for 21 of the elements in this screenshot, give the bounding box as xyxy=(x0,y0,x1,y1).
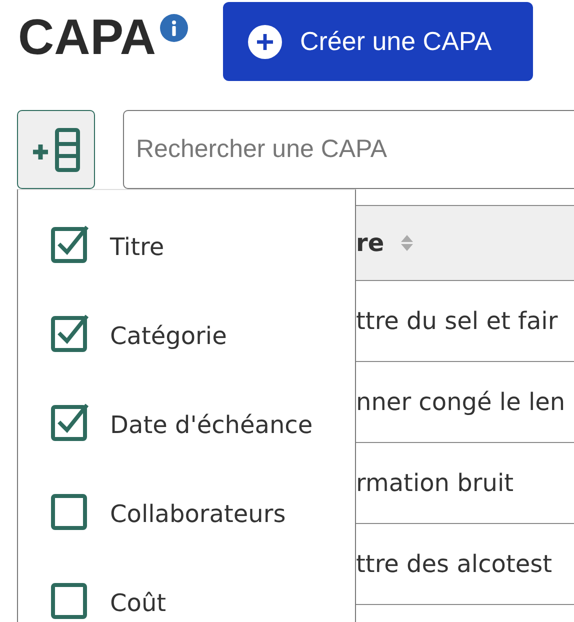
info-icon[interactable] xyxy=(160,14,188,42)
column-option[interactable]: Date d'échéance xyxy=(18,380,355,469)
table-cell: ttre du sel et fair xyxy=(356,281,574,362)
table-cell: ttre des alcotest xyxy=(356,524,574,605)
table-cell: nner congé le len xyxy=(356,362,574,443)
checkbox[interactable] xyxy=(50,402,90,442)
checkbox[interactable] xyxy=(50,312,90,352)
column-option[interactable]: Coût xyxy=(18,558,355,622)
create-button[interactable]: Créer une CAPA xyxy=(222,2,533,81)
column-toggle-button[interactable] xyxy=(17,110,95,189)
add-column-icon xyxy=(31,126,81,172)
column-option[interactable]: Collaborateurs xyxy=(18,469,355,558)
page-title: CAPA xyxy=(18,12,156,62)
table-cell: rmation bruit xyxy=(356,443,574,524)
column-header[interactable]: re xyxy=(356,205,574,281)
search-field[interactable]: Rechercher une CAPA xyxy=(123,110,574,189)
checkbox[interactable] xyxy=(50,224,90,264)
column-option[interactable]: Titre xyxy=(18,202,355,291)
column-option[interactable]: Catégorie xyxy=(18,291,355,380)
sort-icon xyxy=(400,233,414,253)
plus-circle-icon xyxy=(248,24,282,58)
